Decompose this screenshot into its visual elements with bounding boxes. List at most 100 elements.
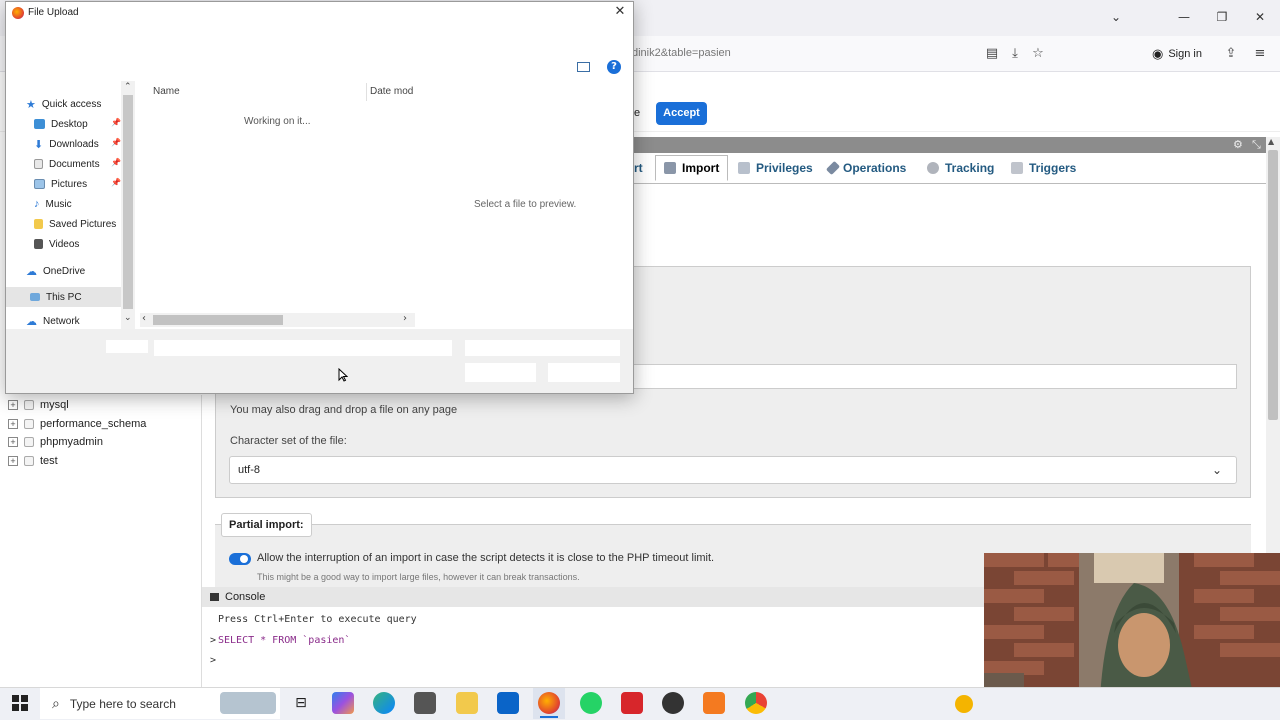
reader-view-icon[interactable]: ▤: [982, 44, 1002, 64]
drag-drop-hint: You may also drag and drop a file on any…: [230, 404, 458, 416]
scroll-down-chevron-icon[interactable]: ⌄: [124, 313, 132, 323]
file-explorer-icon[interactable]: [456, 692, 478, 714]
maximize-button[interactable]: ❐: [1208, 6, 1236, 28]
tab-operations-label: Operations: [843, 161, 907, 175]
db-name: performance_schema: [40, 418, 147, 430]
edge-icon[interactable]: [373, 692, 395, 714]
expand-icon[interactable]: +: [8, 437, 18, 447]
outlook-icon[interactable]: [497, 692, 519, 714]
file-path-input[interactable]: [630, 364, 1237, 389]
share-icon[interactable]: ⇪: [1221, 44, 1241, 64]
download-icon[interactable]: ⤓: [1005, 44, 1025, 64]
firefox-icon: [12, 7, 24, 19]
filename-input[interactable]: [153, 339, 453, 357]
nav-saved-pictures[interactable]: Saved Pictures: [34, 215, 116, 233]
db-item-performance-schema[interactable]: + performance_schema: [8, 415, 146, 433]
xampp-icon[interactable]: [703, 692, 725, 714]
page-scrollbar-thumb[interactable]: [1268, 150, 1278, 420]
database-icon: [24, 437, 34, 447]
windows-start-icon[interactable]: [12, 695, 28, 715]
expand-icon[interactable]: +: [8, 456, 18, 466]
nav-scrollbar-thumb[interactable]: [123, 95, 133, 309]
db-item-mysql[interactable]: + mysql: [8, 396, 69, 414]
expand-icon[interactable]: +: [8, 419, 18, 429]
close-window-button[interactable]: ✕: [1246, 6, 1274, 28]
tracking-icon: [927, 162, 939, 174]
nav-quick-access[interactable]: ★ Quick access: [26, 95, 101, 113]
folder-icon: [34, 219, 43, 229]
accept-cookies-button[interactable]: Accept: [656, 102, 707, 125]
nav-downloads[interactable]: ⬇ Downloads: [34, 135, 99, 153]
tab-privileges-label: Privileges: [756, 161, 813, 175]
console-last-query[interactable]: SELECT * FROM `pasien`: [218, 635, 350, 646]
preview-placeholder: Select a file to preview.: [474, 199, 577, 210]
column-divider[interactable]: [366, 83, 367, 101]
tab-tracking[interactable]: Tracking: [919, 155, 1002, 181]
settings-gear-icon[interactable]: ⚙: [1233, 138, 1243, 151]
whatsapp-icon[interactable]: [580, 692, 602, 714]
console-input-prompt[interactable]: >: [210, 655, 216, 666]
store-icon[interactable]: [414, 692, 436, 714]
nav-onedrive[interactable]: ☁ OneDrive: [26, 262, 85, 280]
db-item-test[interactable]: + test: [8, 452, 58, 470]
filename-label: [105, 339, 149, 354]
tab-privileges[interactable]: Privileges: [730, 155, 821, 181]
menu-icon[interactable]: ≡: [1250, 44, 1270, 64]
tab-list-chevron-icon[interactable]: ⌄: [1102, 6, 1130, 28]
console-header[interactable]: Console: [202, 587, 984, 607]
preview-pane-icon[interactable]: [577, 62, 590, 72]
sign-in-button[interactable]: ◉ Sign in: [1152, 43, 1202, 65]
scroll-up-icon[interactable]: ▲: [1268, 137, 1274, 146]
recorder-icon[interactable]: [662, 692, 684, 714]
console-hint: Press Ctrl+Enter to execute query: [218, 614, 417, 625]
tab-import[interactable]: Import: [655, 155, 729, 181]
column-header-name[interactable]: Name: [153, 86, 180, 97]
chrome-icon[interactable]: [745, 692, 767, 714]
nav-desktop[interactable]: Desktop: [34, 115, 88, 133]
weather-icon[interactable]: [955, 695, 973, 713]
nav-videos[interactable]: Videos: [34, 235, 79, 253]
nav-pictures[interactable]: Pictures: [34, 175, 87, 193]
file-type-select[interactable]: [464, 339, 621, 357]
nav-label: Pictures: [51, 178, 88, 190]
firefox-taskbar-icon[interactable]: [538, 692, 560, 714]
nav-label: Network: [43, 315, 80, 327]
wps-office-icon[interactable]: [621, 692, 643, 714]
expand-icon[interactable]: +: [8, 400, 18, 410]
cancel-button[interactable]: [547, 362, 621, 383]
database-icon: [24, 456, 34, 466]
db-item-phpmyadmin[interactable]: + phpmyadmin: [8, 433, 103, 451]
music-note-icon: ♪: [34, 198, 40, 210]
horizontal-scrollbar-thumb[interactable]: [153, 315, 283, 325]
tab-triggers[interactable]: Triggers: [1003, 155, 1084, 181]
charset-select[interactable]: utf-8: [229, 456, 1237, 484]
nav-this-pc[interactable]: This PC: [30, 288, 82, 306]
pin-icon: 📌: [111, 158, 121, 167]
search-highlight-icon[interactable]: [220, 692, 276, 714]
tab-operations[interactable]: Operations: [821, 155, 914, 181]
collapse-icon[interactable]: ⤡: [1252, 138, 1261, 152]
star-icon: ★: [26, 98, 36, 111]
nav-documents[interactable]: Documents: [34, 155, 100, 173]
scroll-left-icon[interactable]: ‹: [142, 313, 146, 324]
open-button[interactable]: [464, 362, 537, 383]
scroll-right-icon[interactable]: ›: [403, 313, 407, 324]
desktop-icon: [34, 119, 45, 129]
help-icon[interactable]: ?: [607, 60, 621, 74]
computer-icon: [30, 293, 40, 301]
task-view-icon[interactable]: ⊟: [290, 692, 312, 714]
cloud-icon: ☁: [26, 265, 37, 278]
bookmark-star-icon[interactable]: ☆: [1028, 44, 1048, 64]
nav-label: Downloads: [49, 138, 99, 150]
nav-label: Saved Pictures: [49, 218, 117, 230]
dialog-close-button[interactable]: ✕: [612, 4, 628, 20]
console-title: Console: [225, 591, 266, 603]
interrupt-hint: This might be a good way to import large…: [257, 572, 580, 582]
minimize-button[interactable]: —: [1170, 6, 1198, 28]
column-header-date[interactable]: Date mod: [370, 86, 413, 97]
nav-label: Documents: [49, 158, 100, 170]
nav-network[interactable]: ☁ Network: [26, 315, 80, 328]
scroll-up-chevron-icon[interactable]: ⌃: [124, 82, 132, 92]
nav-music[interactable]: ♪ Music: [34, 195, 72, 213]
copilot-icon[interactable]: [332, 692, 354, 714]
